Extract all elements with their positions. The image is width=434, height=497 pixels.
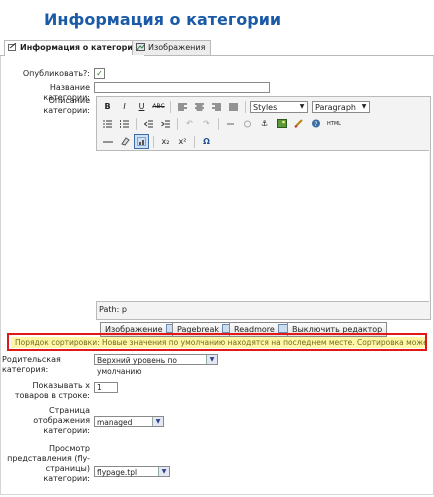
svg-text:?: ? [314, 121, 317, 128]
horizontal-rule-icon[interactable] [100, 134, 115, 149]
numbered-list-icon[interactable] [117, 116, 132, 131]
outdent-icon[interactable] [141, 116, 156, 131]
special-char-button[interactable]: Ω [199, 134, 214, 149]
styles-select[interactable]: Styles ▼ [250, 100, 308, 113]
align-justify-icon[interactable] [226, 99, 241, 114]
parent-category-select[interactable]: Верхний уровень по умолчанию ▼ [94, 354, 218, 376]
editor-content-area[interactable] [96, 150, 429, 302]
publish-label: Опубликовать?: [22, 69, 90, 78]
chevron-down-icon: ▼ [152, 417, 163, 426]
visual-aid-icon[interactable] [134, 134, 149, 149]
editor-path: Path: p [99, 305, 127, 314]
flypage-select[interactable]: flypage.tpl ▼ [94, 466, 170, 477]
edit-icon [8, 42, 17, 51]
category-name-input[interactable] [94, 82, 270, 93]
strikethrough-button[interactable]: ABC [151, 99, 166, 114]
notice-text: Порядок сортировки: Новые значения по ум… [11, 337, 425, 348]
remove-format-icon[interactable] [117, 134, 132, 149]
align-center-icon[interactable] [192, 99, 207, 114]
products-per-row-label: Показывать x товаров в строке: [14, 381, 90, 400]
redo-icon[interactable]: ↷ [199, 116, 214, 131]
underline-button[interactable]: U [134, 99, 149, 114]
align-left-icon[interactable] [175, 99, 190, 114]
description-label: Описание категории: [43, 96, 90, 115]
bold-button[interactable]: B [100, 99, 115, 114]
separator [170, 100, 171, 113]
separator [245, 100, 246, 113]
products-per-row-input[interactable]: 1 [94, 382, 118, 393]
toolbar-row-1: B I U ABC Styles ▼ Paragraph ▼ [100, 99, 370, 114]
chevron-down-icon: ▼ [158, 467, 169, 476]
bullet-list-icon[interactable] [100, 116, 115, 131]
separator [153, 135, 154, 148]
select-value: flypage.tpl [97, 468, 138, 477]
unlink-icon[interactable] [240, 116, 255, 131]
chevron-down-icon: ▼ [206, 355, 217, 364]
tab-images[interactable]: Изображения [132, 40, 212, 55]
separator [218, 117, 219, 130]
align-right-icon[interactable] [209, 99, 224, 114]
separator [194, 135, 195, 148]
tab-category-info[interactable]: Информация о категории [4, 40, 145, 56]
superscript-button[interactable]: x² [175, 134, 190, 149]
indent-icon[interactable] [158, 116, 173, 131]
help-icon[interactable]: ? [308, 116, 323, 131]
link-icon[interactable] [223, 116, 238, 131]
italic-button[interactable]: I [117, 99, 132, 114]
parent-category-label: Родительская категория: [2, 355, 61, 374]
tab-label: Информация о категории [20, 43, 139, 52]
separator [136, 117, 137, 130]
html-source-button[interactable]: HTML [325, 116, 343, 131]
tab-bar: Информация о категории Изображения [0, 38, 434, 56]
tab-label: Изображения [148, 43, 206, 52]
insert-image-icon[interactable] [274, 116, 289, 131]
chevron-down-icon: ▼ [299, 102, 305, 110]
image-icon [136, 42, 145, 51]
browse-page-label: Страница отображения категории: [33, 406, 90, 435]
undo-icon[interactable]: ↶ [182, 116, 197, 131]
chevron-down-icon: ▼ [361, 102, 367, 110]
cleanup-icon[interactable] [291, 116, 306, 131]
flypage-label: Просмотр представления (fly-страницы) ка… [7, 444, 90, 483]
toolbar-row-3: x₂ x² Ω [100, 134, 214, 149]
publish-checkbox[interactable]: ✓ [94, 68, 105, 79]
subscript-button[interactable]: x₂ [158, 134, 173, 149]
ordering-notice: Порядок сортировки: Новые значения по ум… [7, 333, 427, 351]
styles-select-value: Styles [253, 102, 278, 112]
format-select-value: Paragraph [315, 102, 356, 112]
toolbar-row-2: ↶ ↷ ⚓ ? HTML [100, 116, 343, 131]
separator [177, 117, 178, 130]
browse-page-select[interactable]: managed ▼ [94, 416, 164, 427]
anchor-icon[interactable]: ⚓ [257, 116, 272, 131]
select-value: managed [97, 418, 133, 427]
page-title: Информация о категории [44, 10, 282, 29]
format-select[interactable]: Paragraph ▼ [312, 100, 370, 113]
